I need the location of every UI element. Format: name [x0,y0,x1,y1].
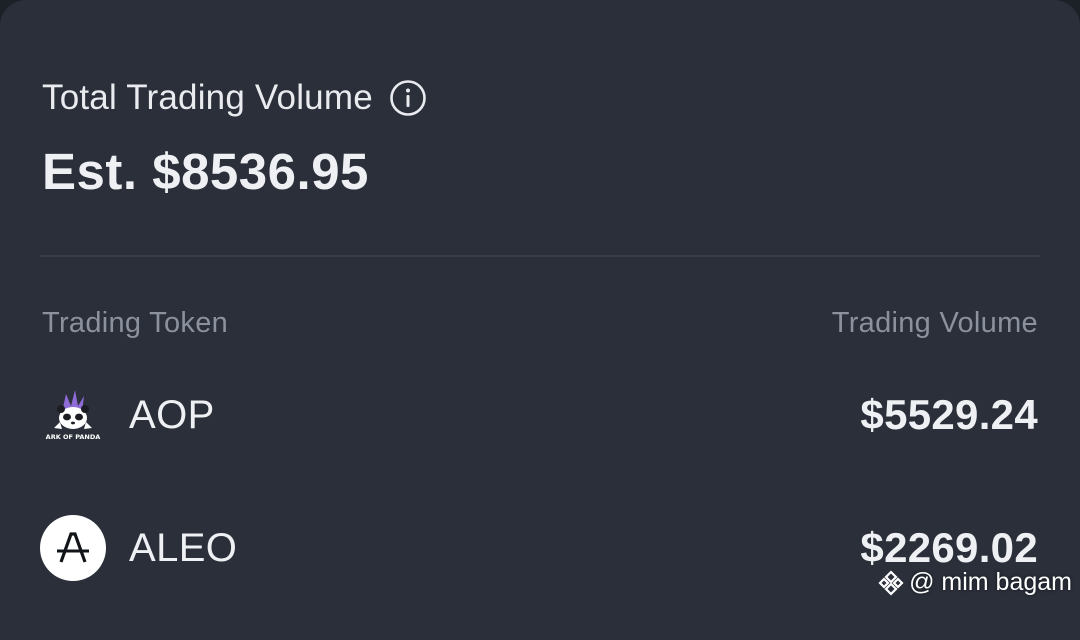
page-title: Total Trading Volume [42,78,373,118]
trading-volume-card: Total Trading Volume Est. $8536.95 Tradi… [0,0,1080,640]
ark-of-panda-logo-icon: ARK OF PANDA [40,382,106,448]
watermark-text: @ mim bagam [909,568,1072,597]
token-name: ALEO [129,526,237,571]
divider [40,255,1040,257]
token-volume: $5529.24 [860,391,1038,439]
binance-logo-icon [877,569,905,597]
aleo-logo-icon [40,515,106,581]
watermark: @ mim bagam [877,568,1072,597]
info-circle-icon[interactable] [389,79,427,117]
ark-of-panda-logo-text: ARK OF PANDA [46,433,101,441]
table-row[interactable]: ARK OF PANDA AOP $5529.24 [40,380,1038,450]
column-header-token: Trading Token [42,307,228,340]
token-volume: $2269.02 [860,524,1038,572]
header-row: Total Trading Volume [42,76,427,120]
column-header-volume: Trading Volume [832,307,1038,340]
estimated-total-volume: Est. $8536.95 [42,142,369,201]
token-name: AOP [129,393,215,438]
